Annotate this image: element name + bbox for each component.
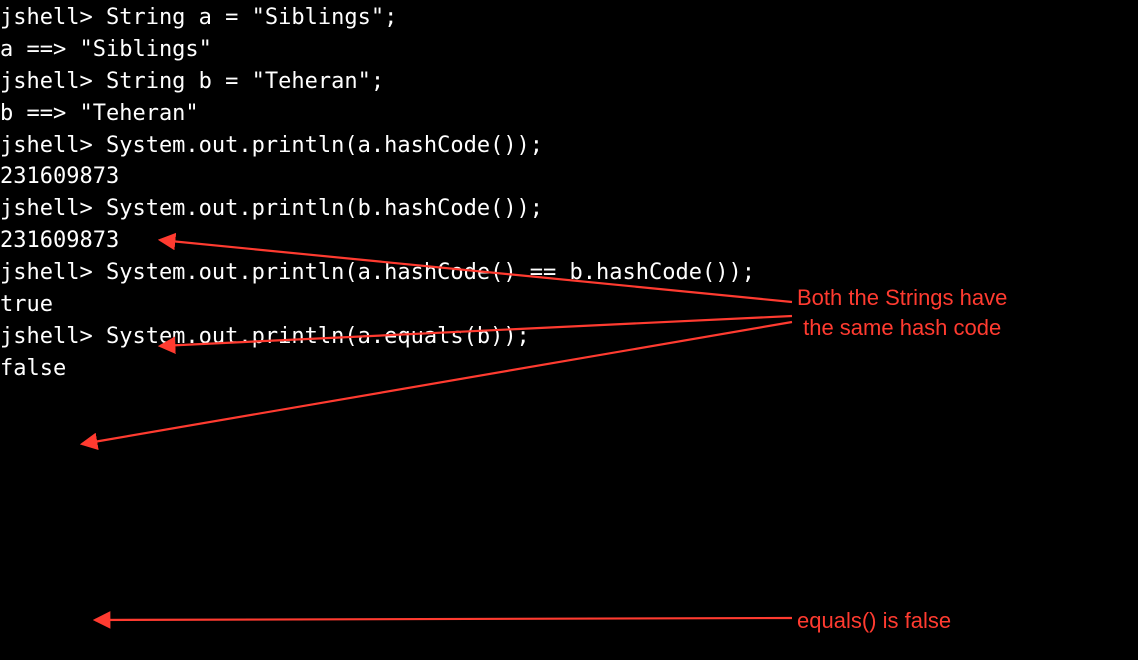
- code-line: false: [0, 353, 1138, 385]
- annotation-text-line: Both the Strings have: [797, 283, 1007, 313]
- code-line: jshell> String b = "Teheran";: [0, 66, 1138, 98]
- code-line: a ==> "Siblings": [0, 34, 1138, 66]
- code-line: 231609873: [0, 161, 1138, 193]
- annotation-text-line: the same hash code: [797, 313, 1007, 343]
- annotation-hash-note: Both the Strings have the same hash code: [797, 283, 1007, 342]
- code-line: b ==> "Teheran": [0, 98, 1138, 130]
- code-line: jshell> System.out.println(b.hashCode())…: [0, 193, 1138, 225]
- arrow-icon: [95, 618, 792, 620]
- code-line: jshell> String a = "Siblings";: [0, 2, 1138, 34]
- annotation-text-line: equals() is false: [797, 608, 951, 633]
- code-line: 231609873: [0, 225, 1138, 257]
- annotation-equals-note: equals() is false: [797, 606, 951, 636]
- code-line: jshell> System.out.println(a.hashCode())…: [0, 130, 1138, 162]
